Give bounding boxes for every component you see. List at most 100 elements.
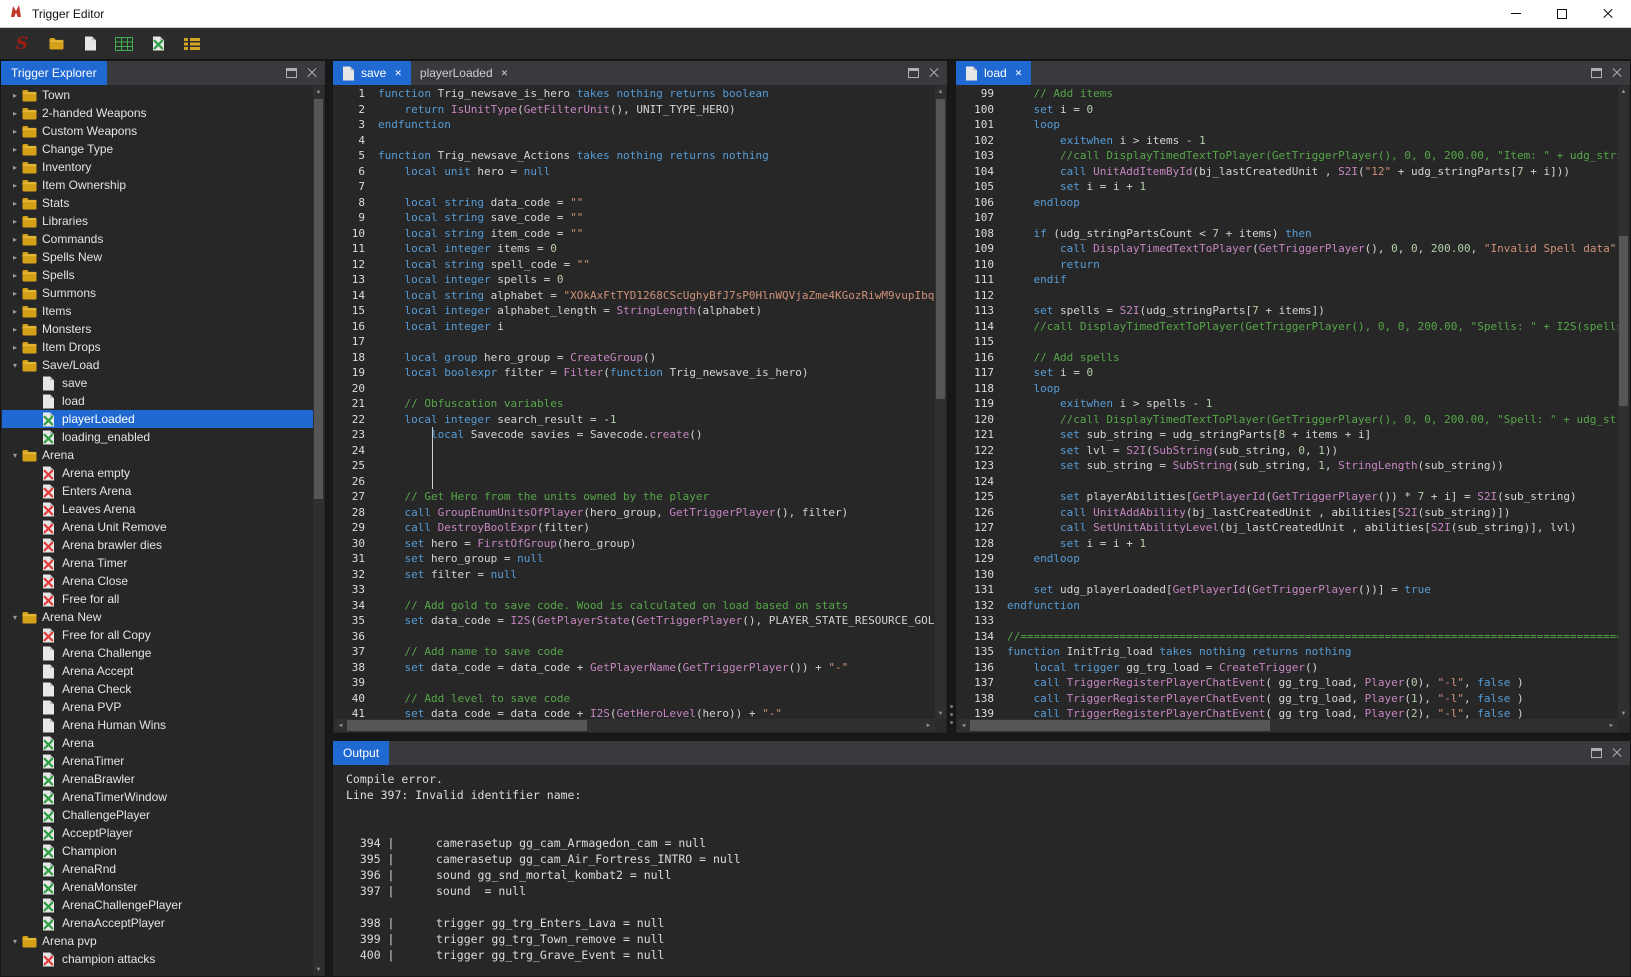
code-editor[interactable]: 9910010110210310410510610710810911011111…	[957, 86, 1618, 719]
expand-arrow-icon[interactable]: ▸	[8, 163, 22, 172]
tree-item-save-load[interactable]: ▾Save/Load	[2, 356, 313, 374]
tree-item-enters-arena[interactable]: Enters Arena	[2, 482, 313, 500]
tab-load[interactable]: load✕	[956, 61, 1031, 85]
tree-item-spells[interactable]: ▸Spells	[2, 266, 313, 284]
tree-item-champion-attacks[interactable]: champion attacks	[2, 950, 313, 968]
undock-panel-icon[interactable]	[1591, 68, 1602, 78]
tree-item-libraries[interactable]: ▸Libraries	[2, 212, 313, 230]
close-tab-icon[interactable]: ✕	[394, 68, 402, 79]
tree-item-arena-empty[interactable]: Arena empty	[2, 464, 313, 482]
tree-item-arena[interactable]: Arena	[2, 734, 313, 752]
collapse-arrow-icon[interactable]: ▾	[8, 451, 22, 460]
tree-item-monsters[interactable]: ▸Monsters	[2, 320, 313, 338]
scroll-thumb[interactable]	[347, 720, 587, 731]
tree-item-change-type[interactable]: ▸Change Type	[2, 140, 313, 158]
tree-item-arenabrawler[interactable]: ArenaBrawler	[2, 770, 313, 788]
tree-item-leaves-arena[interactable]: Leaves Arena	[2, 500, 313, 518]
tree-item-arena-pvp[interactable]: Arena PVP	[2, 698, 313, 716]
scroll-thumb[interactable]	[1619, 236, 1628, 406]
explorer-title-tab[interactable]: Trigger Explorer	[1, 61, 107, 85]
scroll-up-icon[interactable]: ▲	[313, 86, 324, 97]
scroll-up-icon[interactable]: ▲	[935, 86, 946, 97]
expand-arrow-icon[interactable]: ▸	[8, 235, 22, 244]
scroll-thumb[interactable]	[970, 720, 1270, 731]
tree-item-save[interactable]: save	[2, 374, 313, 392]
output-log[interactable]: Compile error.Line 397: Invalid identifi…	[334, 766, 1629, 975]
tree-item-item-drops[interactable]: ▸Item Drops	[2, 338, 313, 356]
scroll-thumb[interactable]	[936, 99, 945, 399]
tab-playerloaded[interactable]: playerLoaded✕	[411, 61, 517, 85]
tree-item-arenarnd[interactable]: ArenaRnd	[2, 860, 313, 878]
scroll-track[interactable]	[347, 719, 922, 732]
collapse-arrow-icon[interactable]: ▾	[8, 361, 22, 370]
expand-arrow-icon[interactable]: ▸	[8, 271, 22, 280]
close-button[interactable]	[1585, 0, 1631, 27]
tree-item-item-ownership[interactable]: ▸Item Ownership	[2, 176, 313, 194]
scroll-down-icon[interactable]: ▼	[935, 708, 946, 719]
new-file-icon[interactable]	[78, 32, 102, 56]
editor-horizontal-scrollbar[interactable]: ◄ ►	[334, 719, 935, 732]
close-panel-icon[interactable]	[307, 68, 317, 78]
tree-item-inventory[interactable]: ▸Inventory	[2, 158, 313, 176]
expand-arrow-icon[interactable]: ▸	[8, 127, 22, 136]
expand-arrow-icon[interactable]: ▸	[8, 199, 22, 208]
scroll-down-icon[interactable]: ▼	[1618, 708, 1629, 719]
editor-splitter[interactable]	[948, 60, 955, 734]
tree-item-arena-accept[interactable]: Arena Accept	[2, 662, 313, 680]
scroll-right-icon[interactable]: ►	[922, 719, 935, 732]
tree-item-arenatimer[interactable]: ArenaTimer	[2, 752, 313, 770]
tree-item-playerloaded[interactable]: playerLoaded	[2, 410, 313, 428]
tree-item-champion[interactable]: Champion	[2, 842, 313, 860]
tree-item-arena-new[interactable]: ▾Arena New	[2, 608, 313, 626]
explorer-vertical-scrollbar[interactable]: ▲ ▼	[313, 86, 324, 975]
expand-arrow-icon[interactable]: ▸	[8, 289, 22, 298]
scroll-track[interactable]	[970, 719, 1605, 732]
tree-item-arenachallengeplayer[interactable]: ArenaChallengePlayer	[2, 896, 313, 914]
tree-item-free-for-all-copy[interactable]: Free for all Copy	[2, 626, 313, 644]
collapse-arrow-icon[interactable]: ▾	[8, 613, 22, 622]
editor-vertical-scrollbar[interactable]: ▲ ▼	[1618, 86, 1629, 719]
expand-arrow-icon[interactable]: ▸	[8, 307, 22, 316]
scroll-left-icon[interactable]: ◄	[957, 719, 970, 732]
close-panel-icon[interactable]	[1612, 68, 1622, 78]
output-tab[interactable]: Output	[333, 741, 389, 765]
tree-item-arenaacceptplayer[interactable]: ArenaAcceptPlayer	[2, 914, 313, 932]
tree-item-arena-challenge[interactable]: Arena Challenge	[2, 644, 313, 662]
tree-item-arena[interactable]: ▾Arena	[2, 446, 313, 464]
code-editor[interactable]: 1234567891011121314151617181920212223242…	[334, 86, 935, 719]
tree-item-arena-timer[interactable]: Arena Timer	[2, 554, 313, 572]
scroll-up-icon[interactable]: ▲	[1618, 86, 1629, 97]
expand-arrow-icon[interactable]: ▸	[8, 253, 22, 262]
app-logo-icon[interactable]: S	[10, 32, 34, 56]
tree-item-arenamonster[interactable]: ArenaMonster	[2, 878, 313, 896]
scroll-right-icon[interactable]: ►	[1605, 719, 1618, 732]
expand-arrow-icon[interactable]: ▸	[8, 91, 22, 100]
trigger-list-icon[interactable]	[180, 32, 204, 56]
scroll-down-icon[interactable]: ▼	[313, 964, 324, 975]
tree-item-arena-close[interactable]: Arena Close	[2, 572, 313, 590]
tree-item-summons[interactable]: ▸Summons	[2, 284, 313, 302]
variables-grid-icon[interactable]	[112, 32, 136, 56]
tree-item-spells-new[interactable]: ▸Spells New	[2, 248, 313, 266]
expand-arrow-icon[interactable]: ▸	[8, 181, 22, 190]
tree-item-load[interactable]: load	[2, 392, 313, 410]
close-tab-icon[interactable]: ✕	[1015, 68, 1023, 79]
tree-item-acceptplayer[interactable]: AcceptPlayer	[2, 824, 313, 842]
expand-arrow-icon[interactable]: ▸	[8, 109, 22, 118]
close-panel-icon[interactable]	[1612, 748, 1622, 758]
tree-item-arena-unit-remove[interactable]: Arena Unit Remove	[2, 518, 313, 536]
tree-item-town[interactable]: ▸Town	[2, 86, 313, 104]
undock-panel-icon[interactable]	[286, 68, 297, 78]
tree-item-custom-weapons[interactable]: ▸Custom Weapons	[2, 122, 313, 140]
undock-panel-icon[interactable]	[908, 68, 919, 78]
tree-item-arena-check[interactable]: Arena Check	[2, 680, 313, 698]
tree-item-free-for-all[interactable]: Free for all	[2, 590, 313, 608]
expand-arrow-icon[interactable]: ▸	[8, 217, 22, 226]
open-folder-icon[interactable]	[44, 32, 68, 56]
convert-script-icon[interactable]	[146, 32, 170, 56]
tree-item-arenatimerwindow[interactable]: ArenaTimerWindow	[2, 788, 313, 806]
editor-horizontal-scrollbar[interactable]: ◄ ►	[957, 719, 1618, 732]
expand-arrow-icon[interactable]: ▸	[8, 343, 22, 352]
minimize-button[interactable]	[1493, 0, 1539, 27]
tree-item-loading-enabled[interactable]: loading_enabled	[2, 428, 313, 446]
